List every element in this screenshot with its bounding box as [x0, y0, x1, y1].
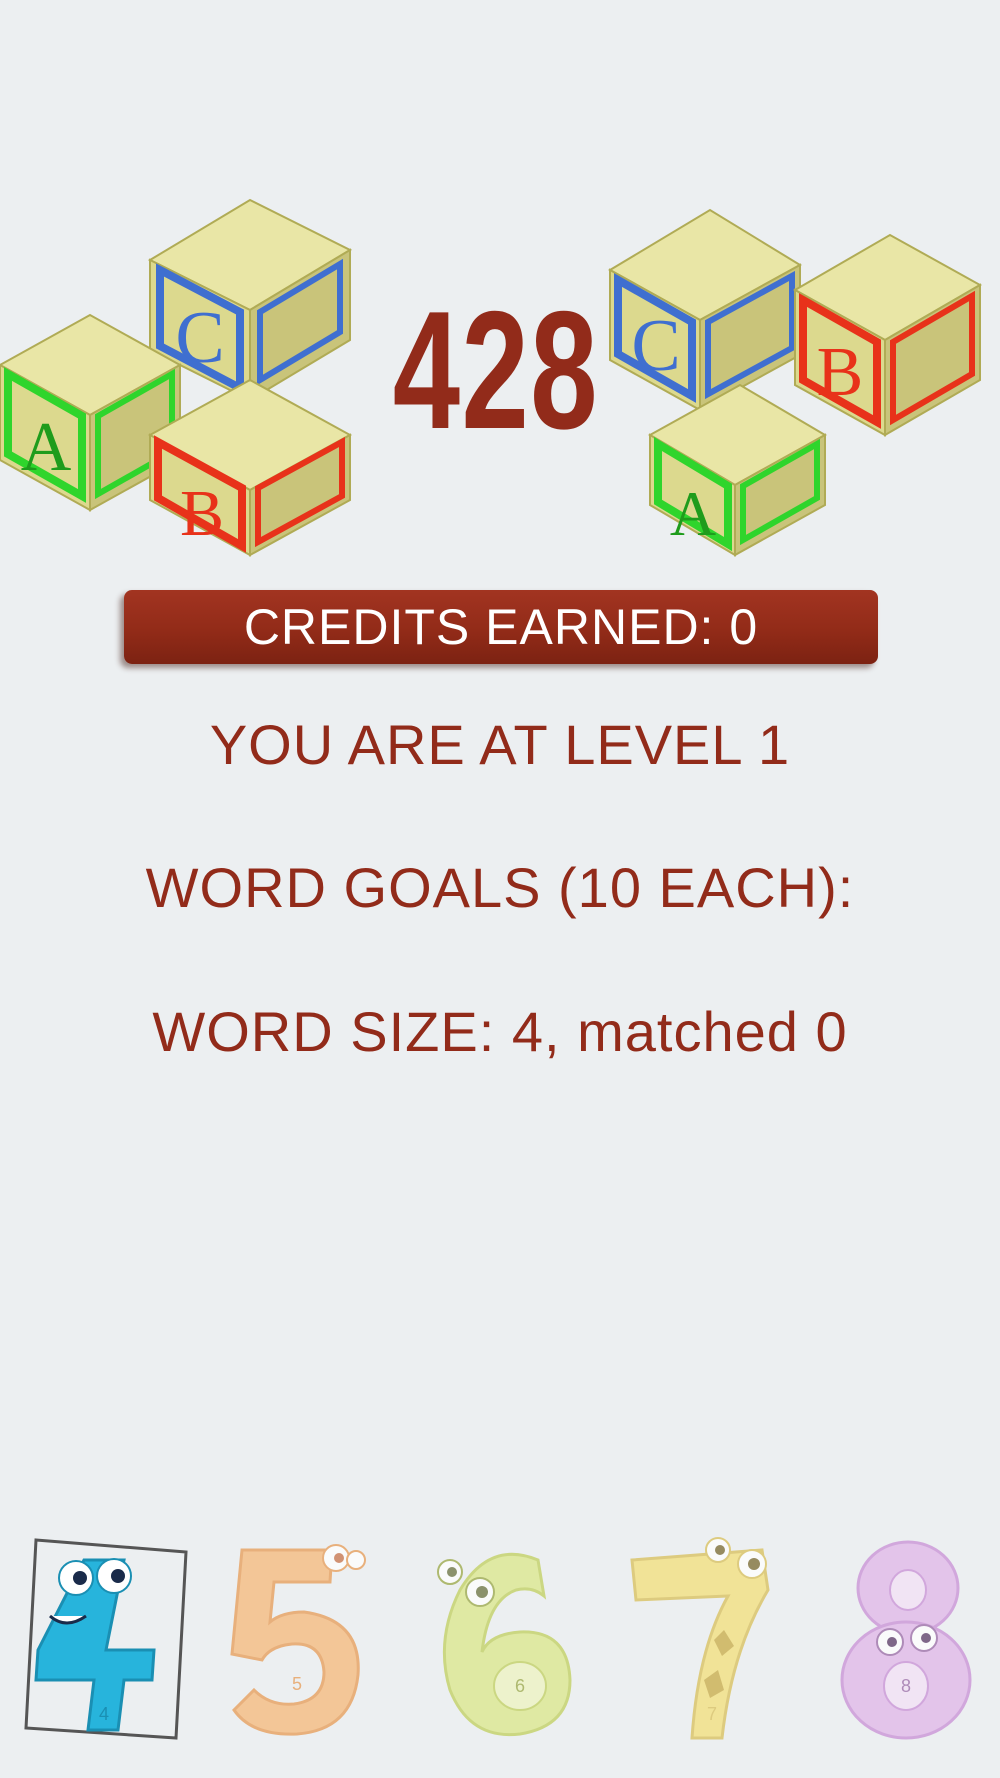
- block-a-right: A: [647, 383, 828, 557]
- credits-earned-banner: CREDITS EARNED: 0: [124, 590, 878, 664]
- word-size-selector: 4 5 6 7 8: [0, 1530, 1000, 1770]
- svg-text:A: A: [21, 409, 72, 486]
- number-4-monster-icon: 4: [24, 1538, 188, 1740]
- number-8-monster-icon: 8: [840, 1540, 972, 1740]
- svg-text:C: C: [175, 297, 224, 379]
- block-b-right: B: [792, 233, 983, 437]
- digit-4-label: 4: [99, 1704, 109, 1724]
- svg-text:A: A: [670, 478, 716, 549]
- word-size-4-button[interactable]: 4: [14, 1530, 188, 1750]
- word-goals-text: WORD GOALS (10 EACH):: [145, 856, 855, 919]
- number-5-monster-icon: 5: [230, 1544, 366, 1736]
- block-c-right: C: [608, 208, 802, 412]
- number-6-monster-icon: 6: [437, 1552, 572, 1737]
- digit-7-label: 7: [707, 1704, 717, 1724]
- svg-text:C: C: [631, 305, 680, 387]
- word-size-7-button[interactable]: 7: [622, 1530, 792, 1750]
- word-size-text: WORD SIZE: 4, matched 0: [152, 1000, 848, 1063]
- digit-5-label: 5: [292, 1674, 302, 1694]
- number-7-monster-icon: 7: [630, 1537, 770, 1740]
- digit-8-label: 8: [901, 1676, 911, 1696]
- svg-text:B: B: [180, 477, 224, 550]
- credits-earned-label: CREDITS EARNED: 0: [243, 599, 759, 655]
- word-size-6-button[interactable]: 6: [420, 1530, 590, 1750]
- alphabet-blocks-left: C A B: [0, 198, 353, 557]
- word-size-5-button[interactable]: 5: [212, 1530, 382, 1750]
- svg-text:B: B: [817, 334, 864, 411]
- word-size-8-button[interactable]: 8: [820, 1530, 990, 1750]
- level-text: YOU ARE AT LEVEL 1: [209, 713, 791, 776]
- alphabet-blocks-right: C B A: [608, 208, 983, 557]
- digit-6-label: 6: [515, 1676, 525, 1696]
- score-counter: 428: [392, 276, 599, 464]
